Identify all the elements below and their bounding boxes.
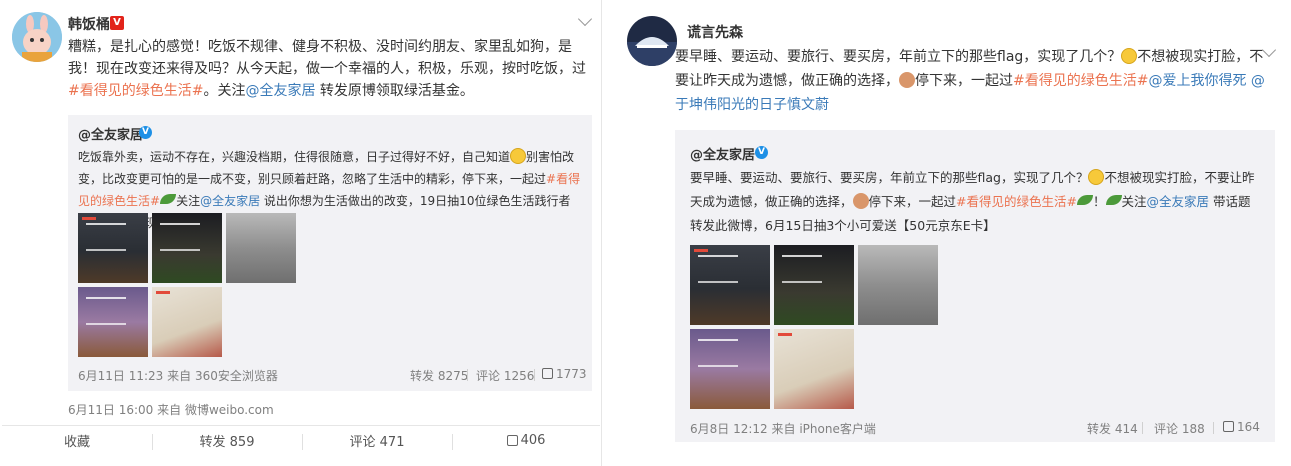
comment-button[interactable]: 评论 471 (302, 426, 452, 455)
thumbs-up-icon (542, 368, 553, 379)
post-text-body: 糟糕，是扎心的感觉！吃饭不规律、健身不积极、没时间约朋友、家里乱如狗，是我！现在… (68, 39, 586, 77)
quoted-comment[interactable]: 评论 1256 (476, 367, 534, 384)
image-thumbnail[interactable] (152, 213, 222, 283)
quoted-source[interactable]: 来自 iPhone客户端 (772, 422, 876, 436)
image-thumbnail[interactable] (152, 287, 222, 357)
quoted-source[interactable]: 来自 360安全浏览器 (167, 369, 278, 383)
quoted-author[interactable]: @全友家居 (78, 124, 143, 143)
leaf-emoji-icon (1076, 195, 1093, 205)
bunny-avatar-icon (12, 12, 62, 62)
image-thumbnail[interactable] (774, 245, 854, 325)
quoted-repost[interactable]: 转发 414 (1087, 420, 1138, 437)
lion-emoji-icon (899, 72, 915, 88)
image-thumbnail[interactable] (78, 287, 148, 357)
avatar[interactable] (627, 16, 677, 66)
quoted-meta: 6月8日 12:12 来自 iPhone客户端 (690, 420, 876, 437)
image-thumbnail[interactable] (774, 329, 854, 409)
quoted-post[interactable]: @全友家居 V 要早睡、要运动、要旅行、要买房，年前立下的那些flag，实现了几… (675, 130, 1275, 442)
divider (1213, 422, 1214, 434)
post-text-body: 要早睡、要运动、要旅行、要买房，年前立下的那些flag，实现了几个？ (675, 49, 1122, 65)
post-text-body: 。关注 (203, 83, 246, 99)
quoted-repost[interactable]: 转发 8275 (410, 367, 468, 384)
image-thumbnail[interactable] (690, 329, 770, 409)
smile-emoji-icon (1121, 48, 1138, 64)
topic-link[interactable]: #看得见的绿色生活# (956, 194, 1077, 209)
chevron-down-icon[interactable] (577, 11, 593, 27)
post-meta: 6月11日 16:00 来自 微博weibo.com (68, 401, 274, 418)
mention-link[interactable]: @爱上我你得死 (1148, 73, 1246, 89)
author-name[interactable]: 谎言先森 (687, 22, 743, 42)
quoted-timestamp[interactable]: 6月11日 11:23 (78, 369, 163, 383)
smile-emoji-icon (1088, 169, 1105, 185)
action-bar: 收藏 转发 859 评论 471 406 (2, 425, 600, 455)
thumbs-up-icon (506, 435, 518, 446)
divider (534, 369, 535, 381)
divider (467, 369, 468, 381)
post-text-body: 停下来，一起过 (915, 73, 1013, 89)
topic-link[interactable]: #看得见的绿色生活# (1013, 73, 1148, 89)
mention-link[interactable]: @全友家居 (1147, 194, 1210, 209)
image-thumbnail[interactable] (858, 245, 938, 325)
image-thumbnail[interactable] (690, 245, 770, 325)
post-timestamp[interactable]: 6月11日 16:00 (68, 403, 153, 417)
quoted-text-body: 吃饭靠外卖，运动不存在，兴趣没档期，住得很随意，日子过得好不好，自己知道 (78, 150, 511, 164)
lion-emoji-icon (852, 193, 869, 209)
image-thumbnail[interactable] (78, 213, 148, 283)
lake-avatar-icon (627, 16, 677, 66)
verified-badge: V (139, 126, 152, 139)
topic-link[interactable]: #看得见的绿色生活# (68, 83, 203, 99)
quoted-comment[interactable]: 评论 188 (1154, 420, 1205, 437)
like-count: 406 (520, 433, 546, 448)
image-thumbnail[interactable] (226, 213, 296, 283)
quoted-like[interactable]: 1773 (542, 367, 587, 381)
quoted-text-body: 关注 (1121, 194, 1147, 209)
avatar[interactable] (12, 12, 62, 62)
repost-button[interactable]: 转发 859 (152, 426, 302, 455)
quoted-like-count: 1773 (556, 367, 587, 381)
quoted-text: 要早睡、要运动、要旅行、要买房，年前立下的那些flag，实现了几个？ 不想被现实打… (690, 166, 1260, 238)
mention-link[interactable]: @全友家居 (200, 194, 260, 208)
post-text-body: 转发原博领取绿活基金。 (315, 83, 474, 99)
quoted-meta: 6月11日 11:23 来自 360安全浏览器 (78, 367, 278, 384)
smile-emoji-icon (510, 148, 527, 164)
quoted-author[interactable]: @全友家居 (690, 144, 755, 163)
verified-badge: V (110, 16, 124, 30)
collect-button[interactable]: 收藏 (2, 426, 152, 455)
quoted-post[interactable]: @全友家居 V 吃饭靠外卖，运动不存在，兴趣没档期，住得很随意，日子过得好不好，… (68, 115, 592, 391)
quoted-text-body: 停下来，一起过 (868, 194, 957, 209)
leaf-emoji-icon (1105, 195, 1122, 205)
weibo-card-left: 韩饭桶 V 糟糕，是扎心的感觉！吃饭不规律、健身不积极、没时间约朋友、家里乱如狗… (2, 0, 602, 466)
like-button[interactable]: 406 (452, 426, 600, 455)
quoted-text-body: ！ (1092, 194, 1106, 209)
mention-link[interactable]: @全友家居 (245, 83, 315, 99)
verified-badge: V (755, 146, 768, 159)
quoted-like-count: 164 (1237, 420, 1260, 434)
leaf-emoji-icon (160, 194, 177, 204)
post-text: 糟糕，是扎心的感觉！吃饭不规律、健身不积极、没时间约朋友、家里乱如狗，是我！现在… (68, 36, 588, 102)
post-source[interactable]: 来自 微博weibo.com (157, 403, 274, 417)
quoted-text-body: 关注 (176, 194, 201, 208)
author-name[interactable]: 韩饭桶 (68, 14, 110, 34)
quoted-like[interactable]: 164 (1223, 420, 1260, 434)
quoted-timestamp[interactable]: 6月8日 12:12 (690, 422, 768, 436)
quoted-text-body: 要早睡、要运动、要旅行、要买房，年前立下的那些flag，实现了几个？ (690, 170, 1089, 185)
divider (1142, 422, 1143, 434)
thumbs-up-icon (1223, 421, 1234, 432)
weibo-card-right: 谎言先森 要早睡、要运动、要旅行、要买房，年前立下的那些flag，实现了几个？不… (617, 0, 1289, 466)
post-text: 要早睡、要运动、要旅行、要买房，年前立下的那些flag，实现了几个？ 不想被现实打… (675, 45, 1275, 117)
